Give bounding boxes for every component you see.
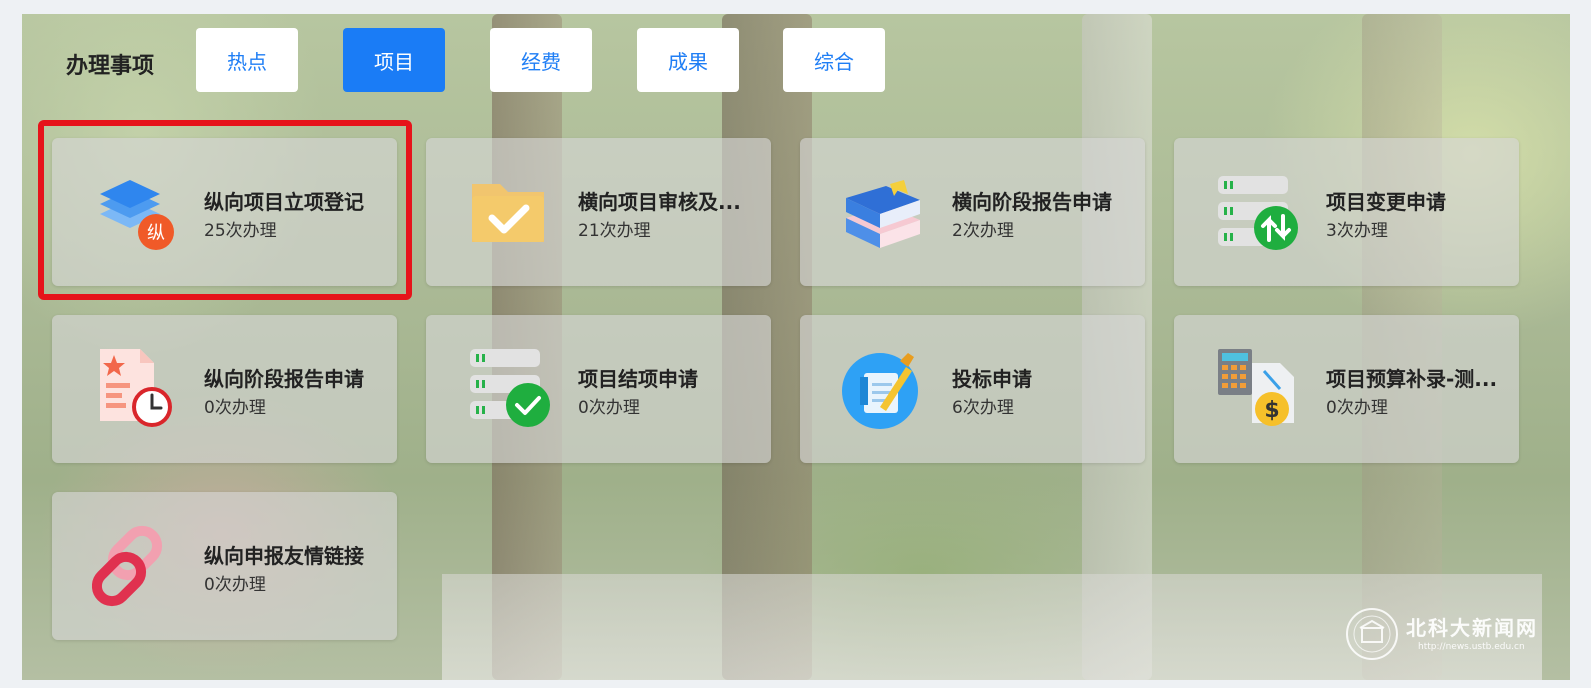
svg-text:$: $	[1264, 398, 1279, 423]
server-check-icon	[466, 345, 552, 431]
section-title: 办理事项	[66, 54, 155, 79]
service-count: 25次办理	[204, 221, 277, 241]
background-panel: 办理事项 热点 项目 经费 成果 综合 纵 纵向项目立项登记 25次办理 横向项…	[22, 14, 1570, 680]
svg-text:纵: 纵	[147, 223, 165, 244]
service-name: 项目结项申请	[578, 367, 698, 391]
tab-funding[interactable]: 经费	[490, 28, 592, 92]
service-name: 横向阶段报告申请	[952, 190, 1112, 214]
pen-document-icon	[840, 345, 926, 431]
service-count: 2次办理	[952, 221, 1014, 241]
service-count: 0次办理	[1326, 398, 1388, 418]
service-name: 纵向项目立项登记	[204, 190, 364, 214]
service-card[interactable]: 横向阶段报告申请 2次办理	[800, 138, 1145, 286]
service-name: 纵向阶段报告申请	[204, 367, 364, 391]
service-name: 纵向申报友情链接	[204, 544, 364, 568]
calculator-dollar-icon: $	[1214, 345, 1300, 431]
service-name: 项目变更申请	[1326, 190, 1446, 214]
tab-comprehensive[interactable]: 综合	[783, 28, 885, 92]
service-card[interactable]: 纵 纵向项目立项登记 25次办理	[52, 138, 397, 286]
tab-hot[interactable]: 热点	[196, 28, 298, 92]
university-seal-icon	[1346, 608, 1398, 660]
watermark-url: http://news.ustb.edu.cn	[1418, 642, 1525, 652]
service-card[interactable]: 项目结项申请 0次办理	[426, 315, 771, 463]
service-card[interactable]: $ 项目预算补录-测... 0次办理	[1174, 315, 1519, 463]
stack-layers-icon: 纵	[92, 168, 178, 254]
server-exchange-icon	[1214, 168, 1300, 254]
service-name: 项目预算补录-测...	[1326, 367, 1498, 391]
service-card[interactable]: 纵向阶段报告申请 0次办理	[52, 315, 397, 463]
service-card[interactable]: 纵向申报友情链接 0次办理	[52, 492, 397, 640]
service-count: 0次办理	[578, 398, 640, 418]
service-count: 21次办理	[578, 221, 651, 241]
service-card[interactable]: 横向项目审核及... 21次办理	[426, 138, 771, 286]
service-count: 0次办理	[204, 575, 266, 595]
service-count: 0次办理	[204, 398, 266, 418]
folder-check-icon	[466, 168, 552, 254]
service-name: 投标申请	[952, 367, 1032, 391]
tab-achievement[interactable]: 成果	[637, 28, 739, 92]
watermark-text: 北科大新闻网	[1406, 616, 1538, 640]
tab-project[interactable]: 项目	[343, 28, 445, 92]
watermark: 北科大新闻网 http://news.ustb.edu.cn	[1344, 606, 1564, 666]
books-icon	[840, 168, 926, 254]
service-card[interactable]: 项目变更申请 3次办理	[1174, 138, 1519, 286]
service-count: 3次办理	[1326, 221, 1388, 241]
document-clock-icon	[92, 345, 178, 431]
service-count: 6次办理	[952, 398, 1014, 418]
service-name: 横向项目审核及...	[578, 190, 741, 214]
service-card[interactable]: 投标申请 6次办理	[800, 315, 1145, 463]
chain-link-icon	[91, 522, 178, 608]
